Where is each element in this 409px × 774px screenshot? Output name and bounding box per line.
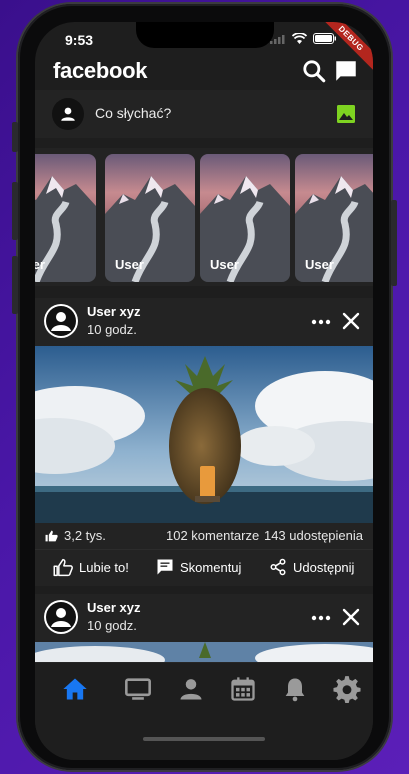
close-icon[interactable]: [341, 311, 361, 331]
search-icon[interactable]: [301, 58, 327, 84]
notch: [136, 22, 274, 48]
feed-post: User xyz 10 godz.: [35, 594, 373, 662]
pineapple-house-image: [35, 346, 373, 523]
post-time: 10 godz.: [87, 618, 137, 633]
volume-up-button: [12, 182, 18, 240]
battery-icon: [313, 33, 336, 44]
share-label: Udostępnij: [293, 559, 355, 575]
post-image-preview: [35, 642, 373, 662]
settings-icon[interactable]: [333, 675, 361, 703]
composer-prompt[interactable]: Co słychać?: [95, 105, 171, 121]
post-header: User xyz 10 godz.: [35, 298, 373, 346]
status-time: 9:53: [65, 32, 94, 48]
story-card[interactable]: User: [35, 154, 96, 282]
post-image[interactable]: [35, 346, 373, 523]
avatar[interactable]: [45, 601, 77, 633]
comment-button[interactable]: Skomentuj: [156, 558, 241, 576]
story-name: User: [210, 257, 239, 272]
thumbs-up-outline-icon: [53, 558, 73, 577]
tv-icon[interactable]: [124, 675, 152, 703]
feed-post: User xyz 10 godz.: [35, 298, 373, 586]
story-card[interactable]: User: [200, 154, 290, 282]
post-actions: Lubie to! Skomentuj Udostępnij: [35, 549, 373, 586]
app-screen: 9:53 DEBUG facebook Co słychać? er User …: [35, 22, 373, 760]
close-icon[interactable]: [341, 607, 361, 627]
status-indicators: [270, 33, 337, 44]
post-image[interactable]: [35, 642, 373, 662]
wifi-icon: [292, 33, 307, 44]
story-name: User: [305, 257, 334, 272]
person-icon: [46, 306, 76, 336]
comments-count[interactable]: 102 komentarze: [166, 528, 259, 543]
share-icon: [270, 558, 286, 576]
profile-icon[interactable]: [177, 675, 205, 703]
person-icon: [46, 602, 76, 632]
bell-icon[interactable]: [281, 675, 309, 703]
person-icon: [61, 107, 75, 121]
home-icon[interactable]: [61, 675, 89, 703]
app-logo: facebook: [53, 58, 148, 83]
comment-icon: [157, 559, 173, 575]
avatar[interactable]: [45, 305, 77, 337]
bottom-navigation: [35, 662, 373, 760]
messenger-icon[interactable]: [333, 58, 359, 84]
post-author[interactable]: User xyz: [87, 304, 140, 319]
share-button[interactable]: Udostępnij: [269, 558, 354, 576]
likes-count[interactable]: 3,2 tys.: [45, 528, 106, 543]
post-author[interactable]: User xyz: [87, 600, 140, 615]
post-composer[interactable]: Co słychać?: [35, 90, 373, 138]
composer-avatar: [52, 98, 84, 130]
photo-icon[interactable]: [337, 105, 355, 123]
more-icon[interactable]: [311, 314, 331, 330]
post-stats: 3,2 tys. 102 komentarze 143 udostępienia: [35, 523, 373, 549]
calendar-icon[interactable]: [229, 675, 257, 703]
shares-count[interactable]: 143 udostępienia: [264, 528, 363, 543]
like-label: Lubie to!: [79, 560, 129, 575]
likes-value: 3,2 tys.: [64, 528, 106, 543]
more-icon[interactable]: [311, 610, 331, 626]
story-name: User: [35, 257, 45, 272]
comment-label: Skomentuj: [180, 559, 242, 575]
story-card[interactable]: User: [295, 154, 373, 282]
stories-strip[interactable]: User User User: [35, 148, 373, 286]
volume-down-button: [12, 256, 18, 314]
home-indicator: [143, 737, 265, 741]
mute-switch: [12, 122, 18, 152]
thumbs-up-icon: [45, 530, 58, 541]
power-button: [391, 200, 397, 286]
post-header: User xyz 10 godz.: [35, 594, 373, 642]
like-button[interactable]: Lubie to!: [53, 558, 129, 577]
post-time: 10 godz.: [87, 322, 137, 337]
story-name: User: [115, 257, 144, 272]
story-card[interactable]: User: [105, 154, 195, 282]
